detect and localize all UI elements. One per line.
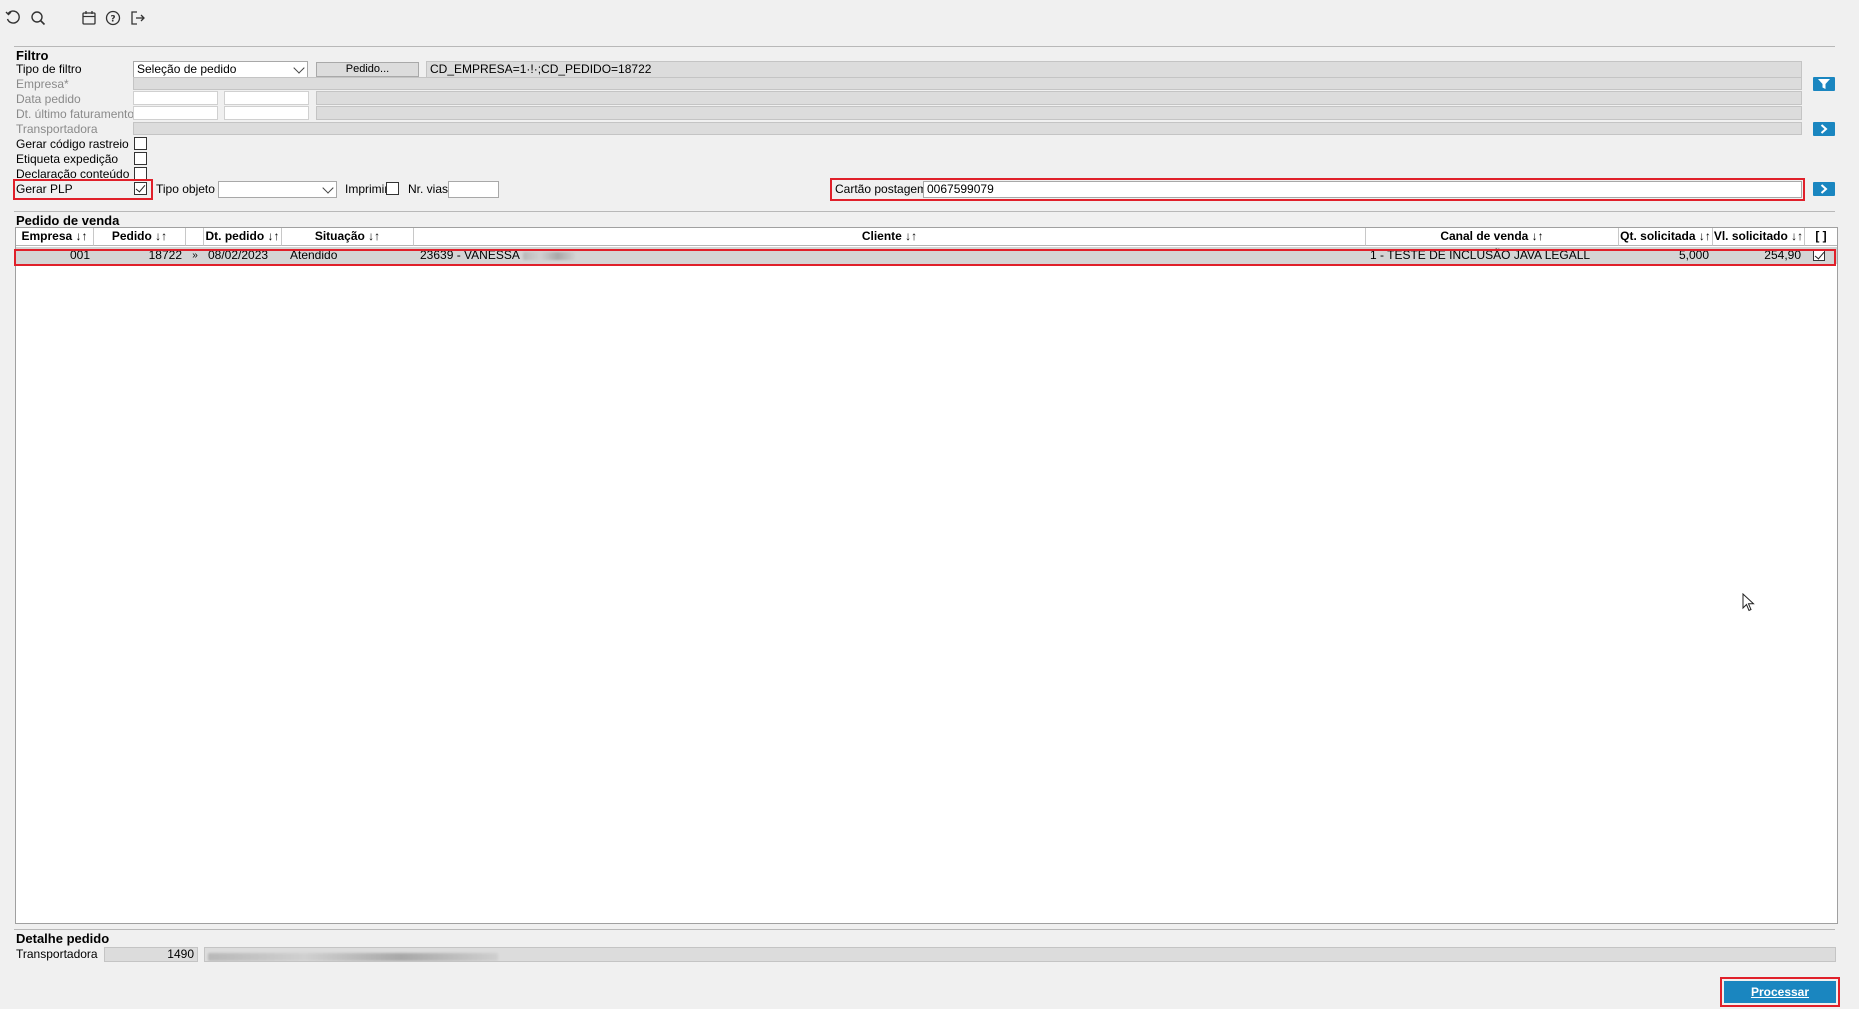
col-header-select[interactable]: [ ]	[1805, 228, 1837, 246]
empresa-label: Empresa*	[16, 77, 69, 91]
transportadora-detail-label: Transportadora	[16, 947, 98, 961]
tipo-objeto-select[interactable]	[218, 181, 337, 198]
col-header-dt-pedido[interactable]: Dt. pedido ↓↑	[204, 228, 282, 246]
cell-cliente-text: 23639 - VANESSA	[420, 248, 520, 262]
col-header-pedido[interactable]: Pedido ↓↑	[94, 228, 186, 246]
col-header-expand	[186, 228, 204, 246]
filter-expression-field: CD_EMPRESA=1·!·;CD_PEDIDO=18722	[426, 61, 1802, 78]
exit-icon[interactable]	[127, 7, 149, 29]
calendar-icon[interactable]	[78, 7, 100, 29]
nr-vias-input[interactable]	[448, 181, 499, 198]
cell-canal-venda: 1 - TESTE DE INCLUSÃO JAVA LEGALL	[1370, 248, 1591, 262]
tipo-objeto-label: Tipo objeto	[156, 182, 215, 196]
row-select-checkbox[interactable]	[1813, 249, 1825, 261]
transportadora-filter-field	[133, 122, 1802, 135]
refresh-icon[interactable]	[2, 7, 24, 29]
data-pedido-end	[224, 91, 309, 105]
separator	[14, 929, 1835, 930]
dt-faturamento-end	[224, 106, 309, 120]
col-header-qt-solicitada[interactable]: Qt. solicitada ↓↑	[1619, 228, 1713, 246]
imprimir-checkbox[interactable]	[386, 182, 399, 195]
expand-row-icon[interactable]: »	[186, 247, 204, 264]
etiqueta-expedicao-label: Etiqueta expedição	[16, 152, 119, 166]
etiqueta-expedicao-checkbox[interactable]	[134, 152, 147, 165]
chevron-down-icon	[322, 182, 334, 194]
dt-faturamento-start	[133, 106, 218, 120]
tipo-filtro-label: Tipo de filtro	[16, 62, 82, 76]
chevron-right-icon	[1820, 124, 1828, 134]
mouse-cursor-icon	[1742, 593, 1755, 612]
empresa-field	[133, 77, 1802, 90]
col-header-empresa[interactable]: Empresa ↓↑	[16, 228, 94, 246]
cell-qt-solicitada: 5,000	[1678, 248, 1709, 262]
transportadora-code-field: 1490	[104, 947, 198, 962]
transportadora-next-button[interactable]	[1813, 122, 1835, 136]
filtro-title: Filtro	[16, 48, 49, 63]
col-header-canal-venda[interactable]: Canal de venda ↓↑	[1366, 228, 1619, 246]
dt-faturamento-extra	[316, 106, 1802, 120]
cell-dt-pedido: 08/02/2023	[208, 248, 269, 262]
gerar-codigo-rastreio-checkbox[interactable]	[134, 137, 147, 150]
cell-pedido: 18722	[148, 248, 182, 262]
processar-button[interactable]: Processar	[1724, 981, 1836, 1003]
nr-vias-label: Nr. vias	[408, 182, 449, 196]
detalhe-pedido-title: Detalhe pedido	[16, 931, 110, 946]
gerar-plp-label: Gerar PLP	[16, 182, 73, 196]
col-header-cliente[interactable]: Cliente ↓↑	[414, 228, 1366, 246]
data-pedido-label: Data pedido	[16, 92, 81, 106]
cell-cliente: 23639 - VANESSA	[414, 247, 1366, 264]
redacted-transportadora-name	[208, 952, 498, 961]
help-icon[interactable]: ?	[102, 7, 124, 29]
imprimir-label: Imprimir	[345, 182, 389, 196]
svg-text:?: ?	[110, 15, 115, 25]
col-header-situacao[interactable]: Situação ↓↑	[282, 228, 414, 246]
tipo-filtro-select[interactable]: Seleção de pedido	[133, 61, 308, 78]
tipo-filtro-value: Seleção de pedido	[137, 62, 237, 76]
separator	[14, 46, 1835, 47]
data-pedido-extra	[316, 91, 1802, 105]
transportadora-filter-label: Transportadora	[16, 122, 98, 136]
gerar-codigo-rastreio-label: Gerar código rastreio	[16, 137, 129, 151]
cartao-postagem-next-button[interactable]	[1813, 182, 1835, 196]
pedido-button[interactable]: Pedido...	[316, 62, 419, 77]
col-header-vl-solicitado[interactable]: Vl. solicitado ↓↑	[1713, 228, 1805, 246]
gerar-plp-checkbox[interactable]	[134, 182, 147, 195]
cell-situacao: Atendido	[290, 248, 338, 262]
declaracao-conteudo-label: Declaração conteúdo	[16, 167, 130, 181]
cell-empresa: 001	[69, 248, 90, 262]
filter-apply-button[interactable]	[1813, 77, 1835, 91]
declaracao-conteudo-checkbox[interactable]	[134, 167, 147, 180]
pedido-venda-title: Pedido de venda	[16, 213, 120, 228]
cartao-postagem-input[interactable]: 0067599079	[923, 181, 1802, 198]
data-pedido-start	[133, 91, 218, 105]
redacted-client-name	[522, 251, 575, 260]
chevron-right-icon	[1820, 184, 1828, 194]
pedido-venda-grid: Empresa ↓↑ Pedido ↓↑ Dt. pedido ↓↑ Situa…	[15, 227, 1838, 924]
cartao-postagem-label: Cartão postagem	[835, 182, 928, 196]
transportadora-name-field	[204, 947, 1836, 962]
separator	[14, 211, 1835, 212]
dt-ultimo-faturamento-label: Dt. último faturamento	[16, 107, 135, 121]
cell-vl-solicitado: 254,90	[1764, 248, 1801, 262]
search-icon[interactable]	[27, 7, 49, 29]
filter-icon	[1818, 79, 1830, 89]
chevron-down-icon	[293, 62, 305, 74]
